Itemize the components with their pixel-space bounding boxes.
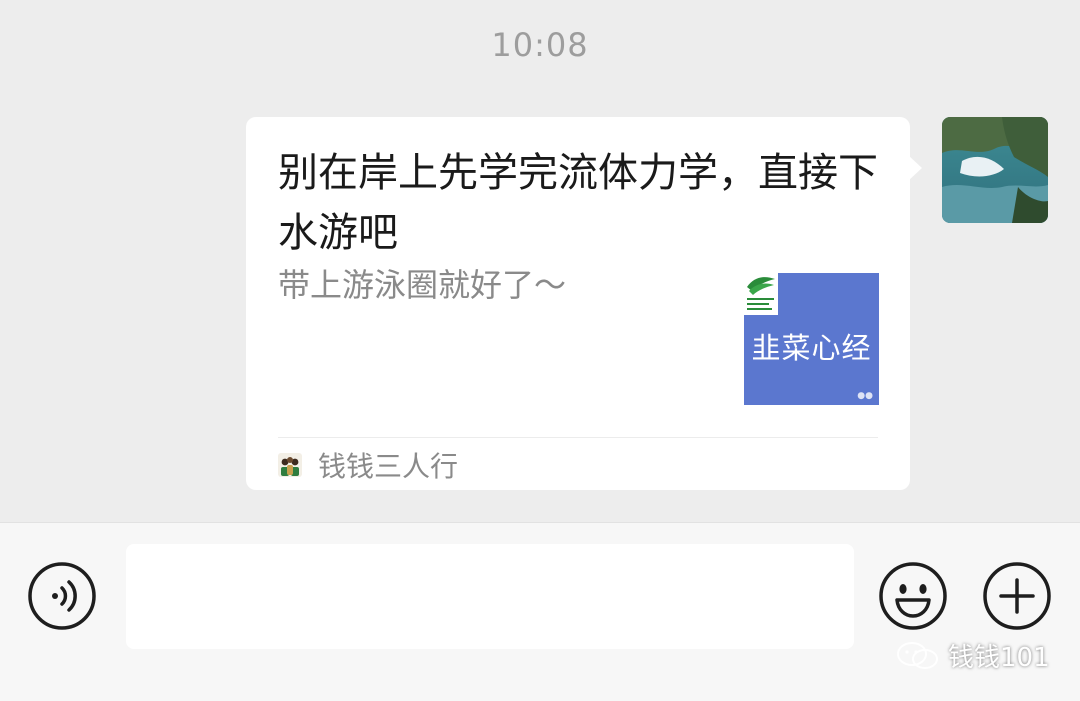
thumbnail-title: 韭菜心经 bbox=[751, 331, 872, 365]
article-thumbnail: 韭菜心经 ●● bbox=[744, 273, 879, 405]
bubble-tail bbox=[908, 155, 922, 181]
card-divider bbox=[278, 437, 878, 438]
voice-input-button[interactable] bbox=[26, 560, 98, 632]
chat-screen: 10:08 别在岸上先学完流体力学，直接下水游吧 带上游泳圈就好了～ 韭菜心经 … bbox=[0, 0, 1080, 701]
message-input[interactable] bbox=[126, 544, 854, 649]
user-avatar[interactable] bbox=[942, 117, 1048, 223]
plus-icon bbox=[983, 562, 1051, 630]
wechat-icon bbox=[897, 641, 938, 669]
watermark: 钱钱101 bbox=[896, 637, 1050, 674]
emoji-icon bbox=[879, 562, 947, 630]
watermark-text: 钱钱101 bbox=[948, 643, 1050, 673]
source-name: 钱钱三人行 bbox=[318, 450, 459, 483]
article-title: 别在岸上先学完流体力学，直接下水游吧 bbox=[278, 150, 878, 256]
emoji-button[interactable] bbox=[877, 560, 949, 632]
shared-article-card[interactable]: 别在岸上先学完流体力学，直接下水游吧 带上游泳圈就好了～ 韭菜心经 ●● 钱钱三… bbox=[246, 117, 922, 490]
source-avatar-icon bbox=[278, 453, 302, 477]
chat-input-bar: 钱钱101 bbox=[0, 522, 1080, 701]
article-source[interactable]: 钱钱三人行 bbox=[278, 447, 458, 483]
voice-icon bbox=[28, 562, 96, 630]
chat-timestamp: 10:08 bbox=[491, 26, 589, 64]
article-description: 带上游泳圈就好了～ bbox=[278, 266, 567, 304]
leek-logo-icon bbox=[744, 273, 778, 315]
thumbnail-watermark-icon: ●● bbox=[857, 391, 873, 401]
more-actions-button[interactable] bbox=[981, 560, 1053, 632]
